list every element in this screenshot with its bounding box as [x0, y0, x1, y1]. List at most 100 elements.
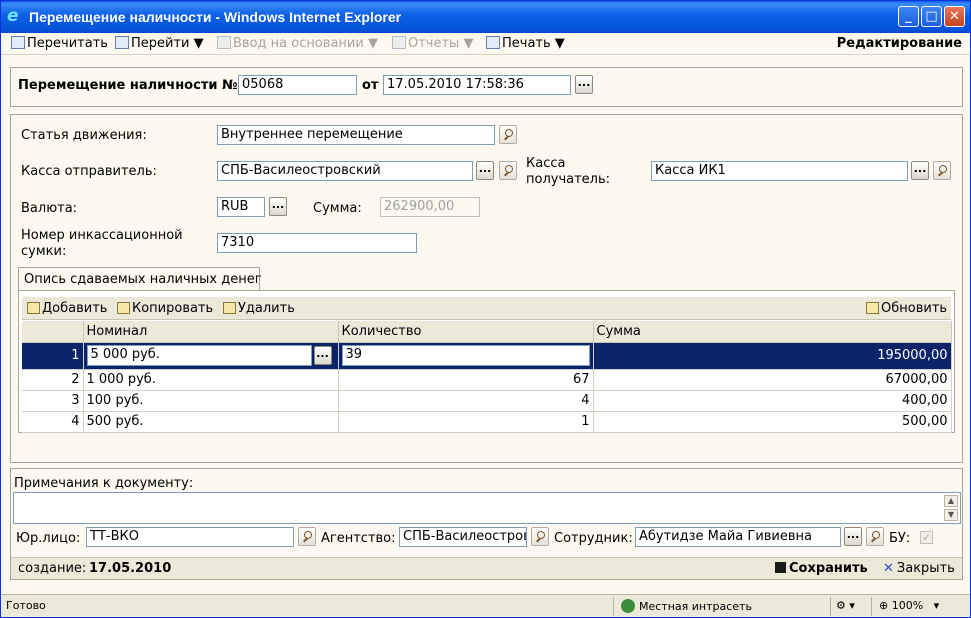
copy-row-button[interactable]: Копировать	[117, 301, 213, 316]
intranet-zone[interactable]: Местная интрасеть	[621, 599, 752, 613]
quantity-edit-input[interactable]: 39	[341, 345, 590, 366]
printer-icon	[486, 36, 500, 49]
employee-search-icon[interactable]	[866, 527, 884, 546]
article-field[interactable]: Внутреннее перемещение	[217, 125, 495, 145]
copy-icon	[117, 302, 130, 314]
table-row[interactable]: 3 100 руб. 4 400,00	[22, 390, 952, 412]
table-row[interactable]: 2 1 000 руб. 67 67000,00	[22, 369, 952, 391]
tab-cash-inventory[interactable]: Опись сдаваемых наличных денег	[18, 267, 262, 291]
footer-bar: создание: 17.05.2010 Сохранить ✕ Закрыть	[11, 557, 962, 579]
currency-select-button[interactable]: ...	[269, 197, 287, 216]
goto-icon	[115, 36, 129, 49]
scroll-down-icon[interactable]: ▼	[944, 509, 958, 521]
currency-field[interactable]: RUB	[217, 197, 265, 217]
sender-field[interactable]: СПБ-Василеостровский	[217, 161, 473, 181]
browser-window: e Перемещение наличности - Windows Inter…	[0, 0, 971, 618]
refresh-button[interactable]: Обновить	[866, 301, 947, 316]
nominal-cell[interactable]: 100 руб.	[83, 390, 339, 412]
zoom-control[interactable]: ⊕ 100% ▾	[879, 599, 939, 612]
window-title: Перемещение наличности - Windows Interne…	[29, 9, 402, 25]
document-date-field[interactable]: 17.05.2010 17:58:36	[383, 75, 571, 95]
created-label: создание:	[18, 561, 87, 576]
browser-status-bar: Готово Местная интрасеть ⚙ ▾ ⊕ 100% ▾	[1, 594, 970, 617]
add-row-button[interactable]: Добавить	[27, 301, 107, 316]
reports-menu[interactable]: Отчеты ▼	[392, 36, 473, 51]
cash-inventory-grid: Добавить Копировать Удалить Обновить Ном…	[18, 290, 955, 433]
scroll-up-icon[interactable]: ▲	[944, 495, 958, 507]
row-number: 1	[22, 342, 84, 370]
employee-select-button[interactable]: ...	[844, 527, 862, 546]
legal-entity-field[interactable]: ТТ-ВКО	[86, 527, 294, 547]
agency-search-icon[interactable]	[531, 527, 549, 546]
bottom-panel: Примечания к документу: ▲ ▼ Юр.лицо: ТТ-…	[10, 468, 963, 580]
sum-label: Сумма:	[313, 201, 362, 216]
zoom-icon: ⊕	[879, 599, 892, 612]
quantity-cell[interactable]: 1	[338, 411, 594, 433]
goto-menu[interactable]: Перейти ▼	[115, 36, 204, 51]
receiver-select-button[interactable]: ...	[911, 161, 929, 180]
quantity-cell[interactable]: 39	[338, 342, 594, 370]
row-number: 2	[22, 369, 84, 391]
bag-number-label-line2: сумки:	[21, 244, 67, 259]
security-icon[interactable]: ⚙ ▾	[836, 599, 855, 612]
column-header-sum[interactable]: Сумма	[593, 321, 952, 343]
save-button[interactable]: Сохранить	[775, 561, 868, 576]
row-number: 3	[22, 390, 84, 412]
nominal-edit-input[interactable]: 5 000 руб.	[86, 345, 312, 366]
receiver-field[interactable]: Касса ИК1	[651, 161, 908, 181]
agency-field[interactable]: СПБ-Василеостров	[399, 527, 527, 547]
delete-row-button[interactable]: Удалить	[223, 301, 295, 316]
receiver-label-line2: получатель:	[526, 172, 611, 187]
close-form-button[interactable]: ✕ Закрыть	[883, 561, 955, 576]
date-picker-button[interactable]: ...	[575, 75, 593, 94]
sender-select-button[interactable]: ...	[476, 161, 494, 180]
document-number-field[interactable]: 05068	[238, 75, 357, 95]
close-x-icon: ✕	[883, 561, 894, 576]
notes-label: Примечания к документу:	[14, 476, 194, 491]
based-on-menu[interactable]: Ввод на основании ▼	[217, 36, 378, 51]
nominal-cell[interactable]: 5 000 руб....	[83, 342, 339, 370]
nominal-cell[interactable]: 500 руб.	[83, 411, 339, 433]
bag-number-label: Номер инкассационной	[21, 228, 183, 243]
sum-cell: 500,00	[593, 411, 952, 433]
legal-entity-search-icon[interactable]	[298, 527, 316, 546]
reread-button[interactable]: Перечитать	[11, 36, 108, 51]
reports-icon	[392, 36, 406, 49]
article-lookup-search-icon[interactable]	[499, 125, 517, 144]
row-number-header	[22, 321, 84, 343]
maximize-button[interactable]: □	[921, 6, 942, 27]
sum-cell: 195000,00	[593, 342, 952, 370]
nominal-select-button[interactable]: ...	[313, 346, 332, 365]
add-icon	[27, 302, 40, 314]
sender-label: Касса отправитель:	[21, 164, 157, 179]
quantity-cell[interactable]: 67	[338, 369, 594, 391]
date-label: от	[362, 78, 379, 93]
receiver-lookup-search-icon[interactable]	[933, 161, 951, 180]
column-header-quantity[interactable]: Количество	[338, 321, 594, 343]
employee-field[interactable]: Абутидзе Майа Гивиевна	[635, 527, 841, 547]
refresh-icon	[866, 302, 879, 314]
status-text: Готово	[6, 599, 46, 612]
table-row[interactable]: 1 5 000 руб.... 39 195000,00	[22, 342, 952, 370]
print-menu[interactable]: Печать ▼	[486, 36, 565, 51]
table-row[interactable]: 4 500 руб. 1 500,00	[22, 411, 952, 433]
sender-lookup-search-icon[interactable]	[499, 161, 517, 180]
bu-checkbox[interactable]: ✓	[920, 531, 933, 544]
title-bar: e Перемещение наличности - Windows Inter…	[1, 1, 970, 33]
status-divider	[871, 597, 872, 616]
minimize-button[interactable]: _	[898, 6, 919, 27]
employee-label: Сотрудник:	[554, 531, 633, 546]
based-on-icon	[217, 36, 231, 49]
command-toolbar: Перечитать Перейти ▼ Ввод на основании ▼…	[1, 33, 970, 55]
ie-icon: e	[7, 6, 19, 26]
nominal-cell[interactable]: 1 000 руб.	[83, 369, 339, 391]
close-window-button[interactable]: ✕	[944, 6, 965, 27]
notes-textarea[interactable]: ▲ ▼	[13, 492, 961, 524]
column-header-nominal[interactable]: Номинал	[83, 321, 339, 343]
agency-label: Агентство:	[321, 531, 396, 546]
quantity-cell[interactable]: 4	[338, 390, 594, 412]
floppy-disk-icon	[775, 562, 786, 573]
legal-entity-label: Юр.лицо:	[16, 531, 81, 546]
bag-number-field[interactable]: 7310	[217, 233, 417, 253]
receiver-label: Касса	[526, 156, 566, 171]
